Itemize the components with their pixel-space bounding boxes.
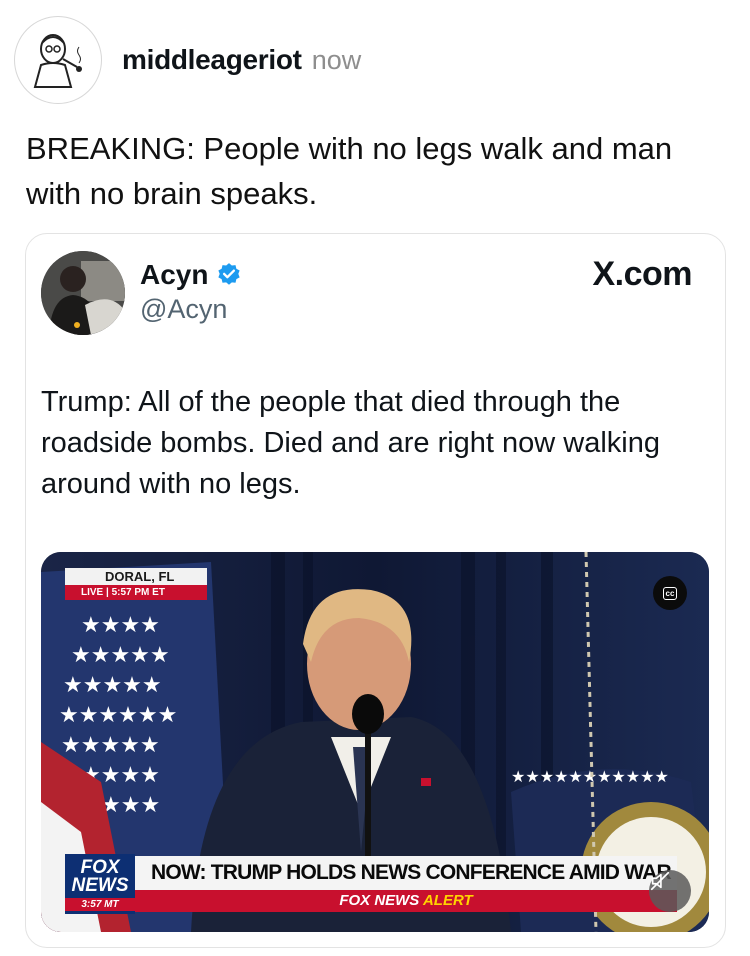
location-label: DORAL, FL (65, 568, 207, 585)
channel-line1: FOX (80, 857, 120, 878)
svg-text:★★★★: ★★★★ (81, 613, 160, 638)
tweet-author-avatar[interactable] (41, 251, 125, 335)
embedded-tweet-card[interactable]: Acyn @Acyn X.com Trump: All of the peopl… (25, 233, 726, 948)
post-caption: BREAKING: People with no legs walk and m… (26, 131, 673, 211)
verified-badge-icon (218, 263, 241, 285)
chyron-headline: NOW: TRUMP HOLDS NEWS CONFERENCE AMID WA… (135, 856, 677, 890)
tweet-text: Trump: All of the people that died throu… (41, 386, 661, 500)
svg-text:★★★: ★★★ (101, 793, 160, 818)
live-label: LIVE (81, 587, 104, 598)
post-username[interactable]: middleageriot (122, 44, 302, 76)
cc-label: cc (662, 586, 678, 600)
alert-bar: FOX NEWS ALERT (135, 890, 677, 912)
svg-text:★★★★★: ★★★★★ (63, 673, 162, 698)
closed-captions-icon[interactable]: cc (653, 576, 687, 610)
video-player[interactable]: ★★★★ ★★★★★ ★★★★★ ★★★★★★ ★★★★★ ★★★★ ★★★ ★★★★… (41, 552, 709, 932)
live-time: 5:57 PM ET (111, 587, 165, 598)
user-avatar-icon[interactable] (14, 16, 102, 104)
tweet-author-handle[interactable]: @Acyn (140, 294, 227, 325)
location-bug: DORAL, FL LIVE | 5:57 PM ET (65, 568, 207, 600)
svg-text:★★★★★★★★★★★: ★★★★★★★★★★★ (511, 767, 669, 786)
chyron: FOX NEWS 3:57 MT NOW: TRUMP HOLDS NEWS C… (65, 854, 677, 914)
source-label[interactable]: X.com (592, 255, 692, 294)
channel-line2: NEWS (71, 875, 129, 896)
svg-text:★★★★★: ★★★★★ (61, 733, 160, 758)
svg-text:★★★★★★: ★★★★★★ (59, 703, 177, 728)
fox-news-logo: FOX NEWS 3:57 MT (65, 854, 135, 914)
alert-prefix: FOX NEWS (339, 892, 420, 909)
post-header: middleageriot now (14, 16, 361, 104)
muted-speaker-icon[interactable] (649, 870, 691, 912)
post-timestamp: now (311, 44, 362, 75)
alert-word: ALERT (422, 892, 473, 909)
tweet-author-name[interactable]: Acyn (140, 259, 208, 291)
channel-time: 3:57 MT (65, 898, 135, 911)
svg-text:★★★★★: ★★★★★ (71, 643, 170, 668)
